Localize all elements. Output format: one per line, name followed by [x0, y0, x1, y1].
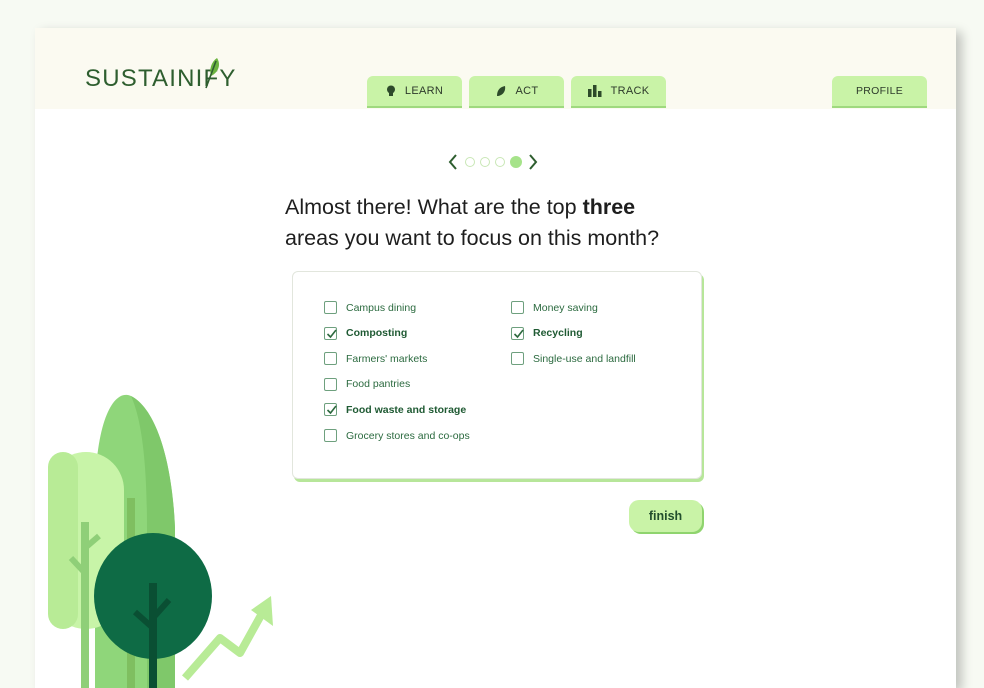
checkbox-checked[interactable]	[511, 326, 524, 340]
focus-option[interactable]: Composting	[324, 326, 408, 340]
focus-option-label: Food waste and storage	[346, 403, 467, 416]
focus-option-label: Single-use and landfill	[533, 352, 636, 365]
lightbulb-icon	[386, 85, 396, 97]
focus-option-label: Money saving	[533, 301, 598, 314]
focus-option[interactable]: Recycling	[511, 326, 583, 340]
focus-option[interactable]: Farmers' markets	[324, 352, 428, 366]
tab-act-label: ACT	[515, 85, 539, 97]
chevron-left-icon[interactable]	[447, 153, 459, 171]
focus-option[interactable]: Food waste and storage	[324, 403, 467, 417]
focus-option[interactable]: Food pantries	[324, 377, 411, 391]
question-line2: areas you want to focus on this month?	[285, 226, 660, 250]
light-tree-trunk	[81, 522, 89, 688]
checkbox[interactable]	[324, 377, 337, 391]
focus-option[interactable]: Money saving	[511, 301, 598, 314]
focus-option[interactable]: Grocery stores and co-ops	[324, 429, 470, 442]
checkbox[interactable]	[511, 352, 524, 366]
checkbox[interactable]	[324, 429, 337, 442]
app-window: SUSTAINIFY LEARN ACT TRACK PROFILE Almos…	[35, 28, 956, 688]
tab-act[interactable]: ACT	[469, 76, 564, 106]
question-prefix: Almost there! What are the top	[285, 195, 583, 219]
finish-button[interactable]: finish	[629, 500, 702, 532]
dark-tree-branch	[150, 598, 172, 620]
pager-dots	[462, 156, 524, 168]
dark-tree-branch	[133, 609, 155, 631]
checkbox[interactable]	[324, 301, 337, 314]
question-heading: Almost there! What are the top three are…	[285, 192, 745, 254]
dark-tree-trunk	[149, 583, 157, 688]
growth-arrow-head	[251, 596, 273, 626]
light-tree-crown	[48, 452, 124, 629]
growth-arrow-line	[181, 606, 269, 681]
focus-option[interactable]: Single-use and landfill	[511, 352, 636, 366]
leaf-logo-icon	[205, 58, 219, 89]
tall-tree-trunk	[127, 498, 135, 688]
checkbox-checked[interactable]	[324, 326, 337, 340]
tab-track[interactable]: TRACK	[571, 76, 666, 106]
pager-dot[interactable]	[464, 157, 475, 167]
tab-profile-label: PROFILE	[855, 85, 904, 97]
light-tree-branch	[83, 533, 101, 551]
pager-dot-active[interactable]	[509, 156, 522, 168]
checkbox[interactable]	[511, 301, 524, 314]
focus-option-label: Food pantries	[346, 378, 411, 391]
dark-tree-crown	[94, 533, 212, 659]
chevron-right-icon[interactable]	[527, 153, 539, 171]
focus-option-label: Composting	[346, 327, 408, 340]
question-emphasis: three	[582, 195, 636, 219]
leaf-icon	[495, 85, 507, 97]
light-tree-branch	[68, 555, 88, 576]
tall-tree-shade	[131, 396, 175, 688]
tab-learn-label: LEARN	[404, 85, 444, 97]
tab-track-label: TRACK	[610, 85, 650, 97]
pager-dot[interactable]	[494, 157, 505, 167]
tab-profile[interactable]: PROFILE	[832, 76, 927, 106]
focus-option[interactable]: Campus dining	[324, 301, 416, 314]
checkbox[interactable]	[324, 352, 337, 366]
light-tree-shade	[48, 452, 78, 629]
step-pager	[447, 152, 539, 172]
focus-options-card: Campus dining Composting Farmers' markets F…	[292, 271, 702, 479]
tab-learn[interactable]: LEARN	[367, 76, 462, 106]
pager-dot[interactable]	[479, 157, 490, 167]
tall-tree-crown	[95, 394, 175, 688]
focus-option-label: Grocery stores and co-ops	[346, 429, 470, 442]
checkbox-checked[interactable]	[324, 403, 337, 417]
focus-option-label: Recycling	[533, 327, 583, 340]
focus-option-label: Farmers' markets	[346, 352, 428, 365]
bar-chart-icon	[587, 85, 602, 97]
focus-option-label: Campus dining	[346, 301, 417, 314]
top-bar: SUSTAINIFY LEARN ACT TRACK PROFILE	[35, 28, 956, 109]
